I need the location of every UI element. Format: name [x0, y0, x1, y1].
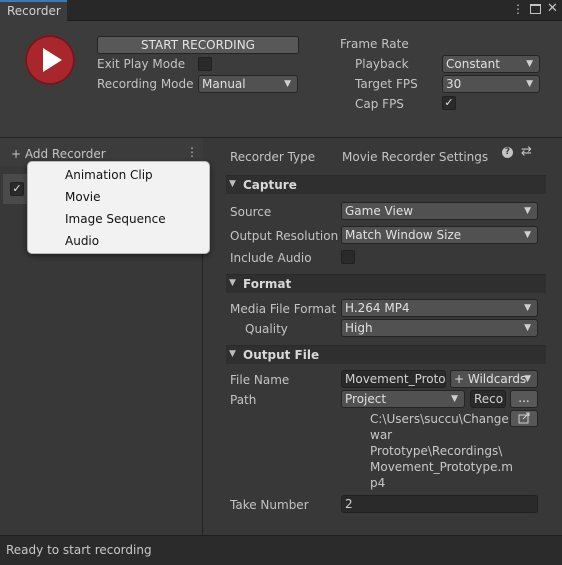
recorder-type-value: Movie Recorder Settings: [342, 150, 489, 164]
source-label: Source: [230, 205, 272, 219]
path-line: p4: [370, 476, 386, 490]
chevron-down-icon: ▼: [526, 59, 533, 69]
help-icon[interactable]: ?: [502, 147, 513, 158]
chevron-down-icon: ▼: [284, 79, 291, 89]
quality-label: Quality: [245, 322, 288, 336]
kebab-menu-icon[interactable]: ⋮: [512, 2, 524, 16]
chevron-down-icon: ▼: [524, 323, 531, 333]
take-number-input[interactable]: 2: [341, 495, 538, 513]
path-line: war: [370, 428, 393, 442]
add-recorder-menu: Animation Clip Movie Image Sequence Audi…: [27, 161, 210, 254]
source-value: Game View: [345, 204, 414, 218]
chevron-down-icon: ▼: [524, 230, 531, 240]
file-name-label: File Name: [230, 373, 290, 387]
open-folder-icon: [518, 412, 530, 424]
quality-value: High: [345, 321, 373, 335]
start-recording-button[interactable]: START RECORDING: [97, 36, 299, 54]
frame-rate-title: Frame Rate: [340, 37, 409, 51]
exit-play-mode-label: Exit Play Mode: [97, 57, 186, 71]
path-root-value: Project: [345, 392, 387, 406]
output-resolution-label: Output Resolution: [230, 229, 339, 243]
format-title: Format: [243, 277, 292, 291]
capture-section-header[interactable]: ▼ Capture: [226, 175, 546, 194]
status-bar: Ready to start recording: [0, 535, 562, 565]
chevron-down-icon: ▼: [524, 206, 531, 216]
collapse-triangle-icon: ▼: [229, 179, 236, 189]
cap-fps-checkbox[interactable]: ✓: [442, 96, 456, 110]
media-file-format-dropdown[interactable]: H.264 MP4 ▼: [341, 299, 538, 317]
path-root-dropdown[interactable]: Project ▼: [341, 390, 465, 408]
path-label: Path: [230, 393, 257, 407]
browse-button[interactable]: ...: [510, 390, 538, 408]
wildcards-dropdown[interactable]: + Wildcards ▼: [450, 370, 538, 388]
open-folder-button[interactable]: [510, 410, 538, 427]
exit-play-mode-checkbox[interactable]: [198, 57, 212, 71]
play-record-icon[interactable]: [25, 35, 75, 85]
playback-dropdown[interactable]: Constant ▼: [442, 55, 540, 73]
recorder-enabled-checkbox[interactable]: ✓: [10, 182, 24, 196]
menu-item-animation-clip[interactable]: Animation Clip: [28, 164, 209, 186]
include-audio-checkbox[interactable]: [341, 250, 355, 264]
close-icon[interactable]: ✕: [547, 1, 558, 16]
recorder-type-label: Recorder Type: [230, 150, 316, 164]
include-audio-label: Include Audio: [230, 251, 312, 265]
output-resolution-dropdown[interactable]: Match Window Size ▼: [341, 226, 538, 244]
playback-label: Playback: [355, 57, 409, 71]
menu-item-movie[interactable]: Movie: [28, 186, 209, 208]
wildcards-label: + Wildcards: [454, 372, 527, 386]
recorder-tab[interactable]: Recorder: [0, 0, 67, 21]
output-file-title: Output File: [243, 348, 320, 362]
cap-fps-label: Cap FPS: [355, 97, 404, 111]
window-tab-bar: Recorder ⋮ ✕: [0, 0, 562, 21]
output-resolution-value: Match Window Size: [345, 228, 462, 242]
target-fps-label: Target FPS: [355, 77, 418, 91]
path-line: Movement_Prototype.m: [370, 460, 513, 474]
menu-item-audio[interactable]: Audio: [28, 230, 209, 252]
kebab-menu-icon[interactable]: ⋮: [186, 145, 198, 159]
recording-mode-dropdown[interactable]: Manual ▼: [198, 75, 298, 93]
format-section-header[interactable]: ▼ Format: [226, 274, 546, 293]
status-text: Ready to start recording: [6, 543, 152, 557]
maximize-icon[interactable]: [530, 4, 541, 14]
source-dropdown[interactable]: Game View ▼: [341, 202, 538, 220]
collapse-triangle-icon: ▼: [229, 278, 236, 288]
path-line: C:\Users\succu\Change: [370, 412, 509, 426]
media-file-format-label: Media File Format: [230, 302, 337, 316]
playback-value: Constant: [446, 57, 500, 71]
quality-dropdown[interactable]: High ▼: [341, 319, 538, 337]
collapse-triangle-icon: ▼: [229, 349, 236, 359]
take-number-label: Take Number: [230, 498, 309, 512]
chevron-down-icon: ▼: [524, 303, 531, 313]
chevron-down-icon: ▼: [451, 394, 458, 404]
media-file-format-value: H.264 MP4: [345, 301, 410, 315]
add-recorder-button[interactable]: + Add Recorder: [11, 147, 106, 161]
file-name-input[interactable]: Movement_Protot: [341, 370, 446, 388]
tab-title: Recorder: [7, 4, 61, 18]
preset-settings-icon[interactable]: ⇄: [521, 144, 532, 159]
capture-title: Capture: [243, 178, 297, 192]
output-file-section-header[interactable]: ▼ Output File: [226, 345, 546, 364]
recording-mode-label: Recording Mode: [97, 77, 194, 91]
path-subfolder-input[interactable]: Reco: [470, 390, 506, 408]
menu-item-image-sequence[interactable]: Image Sequence: [28, 208, 209, 230]
chevron-down-icon: ▼: [526, 79, 533, 89]
target-fps-dropdown[interactable]: 30 ▼: [442, 75, 540, 93]
path-line: Prototype\Recordings\: [370, 444, 503, 458]
full-output-path: C:\Users\succu\Change war Prototype\Reco…: [370, 411, 513, 491]
recording-mode-value: Manual: [202, 77, 246, 91]
target-fps-value: 30: [446, 77, 462, 91]
chevron-down-icon: ▼: [524, 374, 531, 384]
